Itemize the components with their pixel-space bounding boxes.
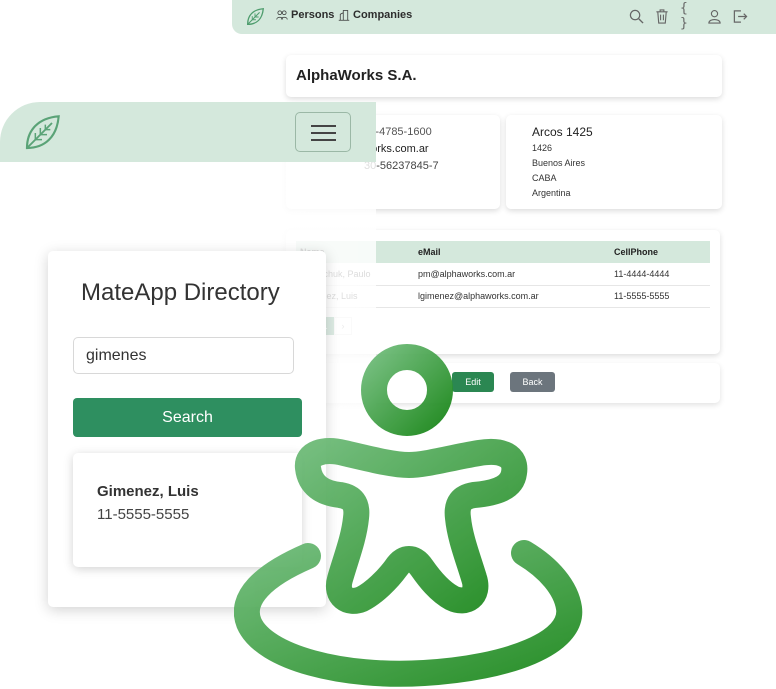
address-street: Arcos 1425 xyxy=(532,125,593,139)
cell-email: lgimenez@alphaworks.com.ar xyxy=(418,285,614,308)
nav-persons-link[interactable]: Persons xyxy=(276,9,334,21)
result-name: Gimenez, Luis xyxy=(97,483,199,500)
trash-icon[interactable] xyxy=(654,8,670,24)
address-zip: 1426 xyxy=(532,143,553,153)
nav-persons-label: Persons xyxy=(291,9,335,21)
search-icon[interactable] xyxy=(628,8,644,24)
hamburger-menu-button[interactable] xyxy=(295,112,351,152)
result-phone: 11-5555-5555 xyxy=(97,506,190,523)
company-name: AlphaWorks S.A. xyxy=(296,67,417,84)
address-state: CABA xyxy=(532,173,557,183)
logout-icon[interactable] xyxy=(732,8,748,24)
col-header-cellphone[interactable]: CellPhone xyxy=(614,241,710,263)
cell-cellphone: 11-4444-4444 xyxy=(614,263,710,286)
desktop-navbar: Persons Companies { } xyxy=(232,0,776,34)
directory-title: MateApp Directory xyxy=(81,279,280,306)
leaf-logo-icon[interactable] xyxy=(22,113,62,153)
mateapp-figure-logo-icon xyxy=(234,344,583,687)
cell-cellphone: 11-5555-5555 xyxy=(614,285,710,308)
leaf-logo-icon[interactable] xyxy=(244,6,266,28)
nav-icon-group: { } xyxy=(628,1,748,31)
persons-icon xyxy=(276,10,288,20)
col-header-email[interactable]: eMail xyxy=(418,241,614,263)
nav-companies-label: Companies xyxy=(353,9,413,21)
company-header-card: AlphaWorks S.A. xyxy=(286,55,722,97)
address-country: Argentina xyxy=(532,188,571,198)
hamburger-bar xyxy=(311,132,336,134)
cell-email: pm@alphaworks.com.ar xyxy=(418,263,614,286)
address-city: Buenos Aires xyxy=(532,158,586,168)
nav-companies-link[interactable]: Companies xyxy=(338,9,412,21)
hamburger-menu-icon xyxy=(311,125,336,127)
hamburger-bar xyxy=(311,139,336,141)
company-address-card: Arcos 1425 1426 Buenos Aires CABA Argent… xyxy=(506,115,722,209)
json-icon[interactable]: { } xyxy=(680,1,696,31)
companies-icon xyxy=(338,10,350,21)
user-icon[interactable] xyxy=(706,8,722,24)
